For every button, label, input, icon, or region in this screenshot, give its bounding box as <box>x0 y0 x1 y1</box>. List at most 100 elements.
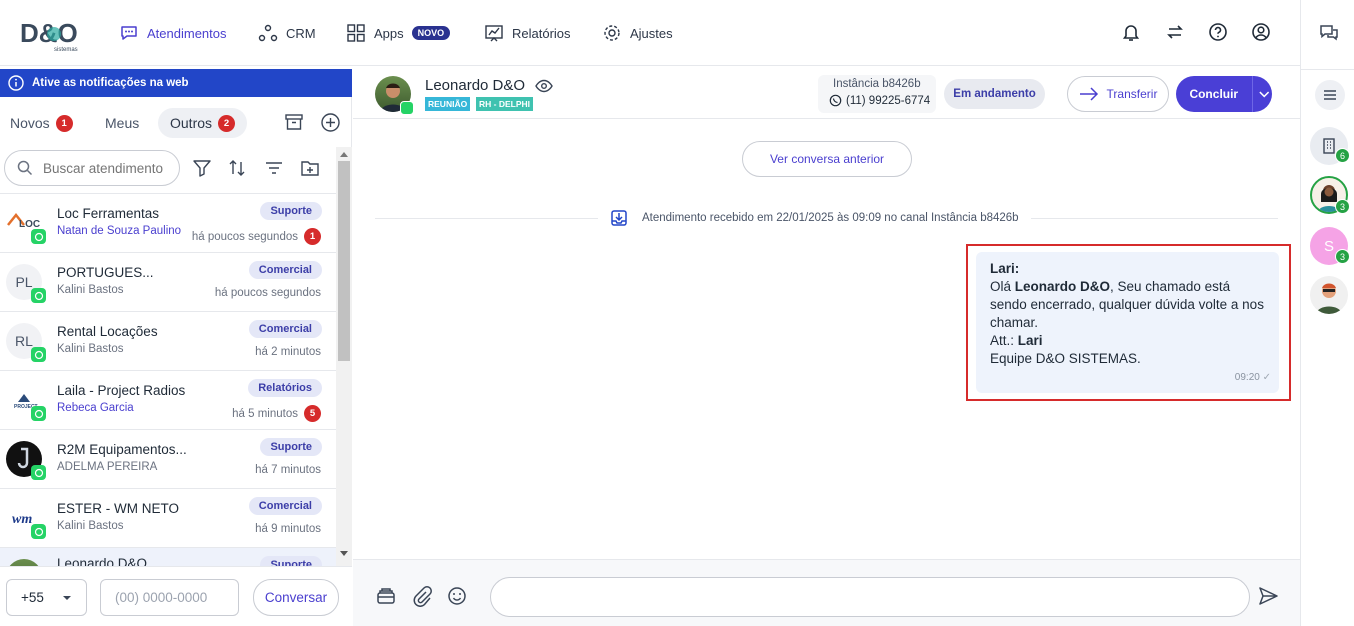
filter-icon[interactable] <box>192 158 212 178</box>
list-item[interactable]: LOC Loc Ferramentas Natan de Souza Pauli… <box>0 194 336 253</box>
info-icon <box>8 75 24 91</box>
contact-name: ESTER - WM NETO <box>57 501 180 516</box>
top-navbar: D&O sistemas Atendimentos CRM Apps NOVO … <box>0 0 1300 66</box>
list-item[interactable]: R2M Equipamentos... ADELMA PEREIRA Supor… <box>0 430 336 489</box>
transfer-button[interactable]: Transferir <box>1067 76 1169 112</box>
divider <box>1251 76 1253 112</box>
search-box[interactable] <box>4 150 180 186</box>
scrollbar-thumb[interactable] <box>338 161 350 361</box>
department-tag: Comercial <box>248 320 322 338</box>
search-icon <box>17 160 33 176</box>
instance-phone: (11) 99225-6774 <box>846 94 931 107</box>
send-icon[interactable] <box>1257 585 1279 607</box>
apps-grid-icon <box>347 24 365 42</box>
nav-relatorios[interactable]: Relatórios <box>484 22 571 44</box>
agent-name: Kalini Bastos <box>57 343 124 355</box>
paperclip-icon[interactable] <box>411 585 433 607</box>
agent-badge-1: 3 <box>1335 199 1350 214</box>
system-message-text: Atendimento recebido em 22/01/2025 às 09… <box>642 212 1019 224</box>
message-time: 09:20 ✓ <box>1234 372 1271 383</box>
notification-banner[interactable]: Ative as notificações na web <box>0 69 352 97</box>
inbox-download-icon <box>611 210 627 226</box>
unread-badge: 5 <box>304 405 321 422</box>
start-conversation-button[interactable]: Conversar <box>253 579 339 616</box>
swap-arrows-icon[interactable] <box>1164 21 1186 43</box>
nav-ajustes[interactable]: Ajustes <box>602 22 673 44</box>
nav-label: Ajustes <box>630 25 673 41</box>
system-message: Atendimento recebido em 22/01/2025 às 09… <box>598 209 1031 227</box>
tab-meus[interactable]: Meus <box>105 108 139 138</box>
nav-label: Relatórios <box>512 25 571 41</box>
banner-text: Ative as notificações na web <box>32 77 189 89</box>
archive-icon[interactable] <box>284 112 304 132</box>
brand-logo[interactable]: D&O sistemas <box>18 14 78 53</box>
time-label: há poucos segundos <box>191 230 298 243</box>
contact-name: Leonardo D&O <box>57 556 148 566</box>
eye-icon[interactable] <box>535 79 553 93</box>
unread-badge: 1 <box>304 228 321 245</box>
nav-crm[interactable]: CRM <box>258 22 316 44</box>
phone-input[interactable]: (00) 0000-0000 <box>100 579 239 616</box>
right-rail: 6 3 S 3 <box>1300 0 1354 626</box>
list-item[interactable]: RL Rental Locações Kalini Bastos Comerci… <box>0 312 336 371</box>
nav-apps[interactable]: Apps NOVO <box>346 22 451 44</box>
time-label: há 2 minutos <box>255 346 321 358</box>
tab-label: Novos <box>10 115 50 131</box>
list-filter-icon[interactable] <box>264 158 284 178</box>
department-tag: Suporte <box>260 556 322 566</box>
country-code-select[interactable]: +55 <box>6 579 87 616</box>
tab-label: Outros <box>170 115 213 131</box>
transfer-label: Transferir <box>1106 87 1158 101</box>
message-att: Att.: Lari <box>990 333 1043 348</box>
agent-name: Kalini Bastos <box>57 284 124 296</box>
conclude-button[interactable]: Concluir <box>1176 76 1272 112</box>
whatsapp-icon <box>31 465 46 480</box>
menu-button[interactable] <box>1315 80 1345 110</box>
emoji-icon[interactable] <box>446 585 468 607</box>
list-item[interactable]: PL PORTUGUES... Kalini Bastos Comercial … <box>0 253 336 312</box>
scroll-down-icon[interactable] <box>339 550 349 558</box>
search-input[interactable] <box>43 160 165 176</box>
user-profile-icon[interactable] <box>1250 21 1272 43</box>
agent-avatar-2[interactable] <box>1310 276 1348 314</box>
whatsapp-icon <box>31 406 46 421</box>
hamburger-icon <box>1324 90 1336 100</box>
folder-plus-icon[interactable] <box>300 158 320 178</box>
help-icon[interactable] <box>1207 21 1229 43</box>
nav-label: Apps <box>374 25 404 41</box>
conversation-list: LOC Loc Ferramentas Natan de Souza Pauli… <box>0 193 336 566</box>
list-item[interactable]: PROJECT Laila - Project Radios Rebeca Ga… <box>0 371 336 430</box>
contact-name: PORTUGUES... <box>57 265 154 280</box>
list-item-selected[interactable]: Leonardo D&O Suporte <box>0 548 336 566</box>
whatsapp-icon <box>31 524 46 539</box>
man-avatar-icon <box>1316 283 1342 314</box>
tab-outros[interactable]: Outros 2 <box>158 108 248 138</box>
whatsapp-icon <box>31 288 46 303</box>
agent-name: Kalini Bastos <box>57 520 124 532</box>
conversation-panel: Ative as notificações na web Novos 1 Meu… <box>0 69 352 626</box>
tab-novos[interactable]: Novos 1 <box>10 108 73 138</box>
message-input[interactable] <box>490 577 1250 617</box>
country-code-value: +55 <box>21 590 44 605</box>
chevron-down-icon[interactable] <box>1256 89 1272 99</box>
sort-icon[interactable] <box>227 158 247 178</box>
message-bubble[interactable]: Lari: Olá Leonardo D&O, Seu chamado está… <box>976 252 1279 393</box>
add-circle-icon[interactable] <box>320 112 341 133</box>
check-icon: ✓ <box>1262 372 1271 383</box>
new-conversation-bar: +55 (00) 0000-0000 Conversar <box>0 566 352 626</box>
contact-name: Rental Locações <box>57 324 158 339</box>
quick-replies-icon[interactable] <box>375 585 397 607</box>
instance-phone-row: (11) 99225-6774 <box>829 94 930 107</box>
contact-name: Leonardo D&O <box>425 77 526 94</box>
company-badge: 6 <box>1335 148 1350 163</box>
agent-badge-s: 3 <box>1335 249 1350 264</box>
nav-atendimentos[interactable]: Atendimentos <box>119 22 227 44</box>
list-item[interactable]: wm ESTER - WM NETO Kalini Bastos Comerci… <box>0 489 336 548</box>
tab-count: 2 <box>218 114 236 132</box>
chats-icon[interactable] <box>1318 22 1340 44</box>
agent-name: Natan de Souza Paulino <box>57 225 182 237</box>
bell-icon[interactable] <box>1120 21 1142 43</box>
department-tag: Comercial <box>248 497 322 515</box>
scroll-up-icon[interactable] <box>339 150 349 158</box>
previous-conversation-button[interactable]: Ver conversa anterior <box>742 141 912 177</box>
